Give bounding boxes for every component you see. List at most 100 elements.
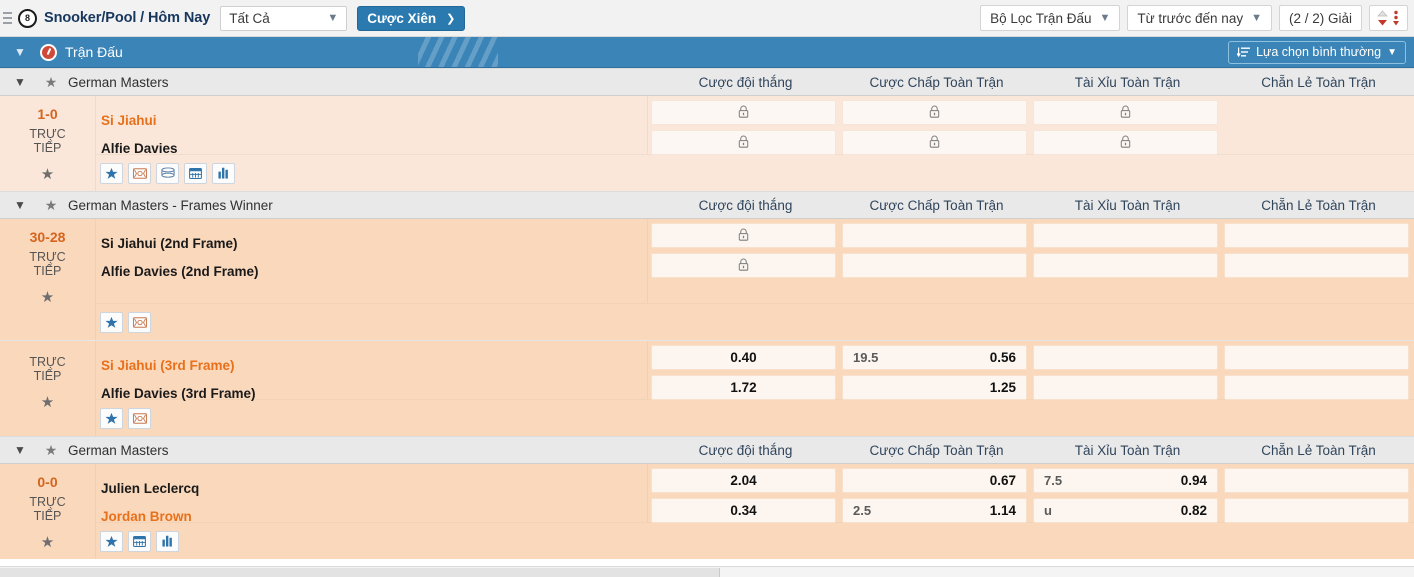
live-line-1: TRỰC: [29, 495, 66, 509]
teams-and-odds-row: Si Jiahui (3rd Frame) Alfie Davies (3rd F…: [96, 341, 1414, 401]
odds-cell[interactable]: [842, 130, 1027, 155]
lock-icon: [662, 258, 825, 274]
sort-toggle-icon[interactable]: [1369, 5, 1408, 31]
breadcrumb: Snooker/Pool / Hôm Nay: [44, 10, 211, 26]
odds-cell-empty: [1033, 345, 1218, 370]
market-column: 2.04 0.34: [648, 468, 839, 523]
chevron-down-icon: ▼: [1387, 46, 1397, 58]
handicap-value: u: [1044, 503, 1052, 518]
star-icon[interactable]: [100, 311, 123, 333]
handicap-value: 7.5: [1044, 473, 1063, 488]
stack-icon[interactable]: [156, 162, 179, 184]
market-column: 0.40 1.72: [648, 345, 839, 400]
collapse-all-chevron-icon[interactable]: ▼: [0, 45, 40, 59]
odds-cell[interactable]: 19.5 0.56: [842, 345, 1027, 370]
odds-cell-empty: [1033, 375, 1218, 400]
betting-board-app: 8 Snooker/Pool / Hôm Nay Tất Cả ▼ Cược X…: [0, 0, 1414, 577]
team-name[interactable]: Alfie Davies (2nd Frame): [101, 258, 647, 286]
odds-cell-empty: [1033, 253, 1218, 278]
stripe-decoration: [418, 37, 498, 67]
odds-cell[interactable]: 0.40: [651, 345, 836, 370]
league-count-badge[interactable]: (2 / 2) Giải: [1278, 5, 1362, 31]
odds-cell[interactable]: u 0.82: [1033, 498, 1218, 523]
odds-cell[interactable]: 0.34: [651, 498, 836, 523]
horizontal-scrollbar[interactable]: [0, 566, 1414, 577]
odds-cell[interactable]: 0.67: [842, 468, 1027, 493]
favorite-star-icon[interactable]: ★: [40, 74, 62, 91]
odds-cell[interactable]: 7.5 0.94: [1033, 468, 1218, 493]
star-icon[interactable]: [100, 407, 123, 429]
favorite-star-icon[interactable]: ★: [41, 288, 54, 306]
odds-cell[interactable]: 2.5 1.14: [842, 498, 1027, 523]
team-name[interactable]: Alfie Davies (3rd Frame): [101, 380, 647, 408]
odds-value: 0.56: [989, 350, 1016, 365]
chevron-down-icon[interactable]: ▼: [0, 443, 40, 457]
column-header: Cược Chấp Toàn Trận: [869, 442, 1004, 458]
odds-cell[interactable]: 1.25: [842, 375, 1027, 400]
match-filter-label: Bộ Lọc Trận Đấu: [990, 10, 1092, 26]
odds-value: 0.94: [1180, 473, 1207, 488]
parlay-button[interactable]: Cược Xiên ❯: [357, 5, 466, 31]
live-line-2: TIẾP: [33, 264, 62, 278]
favorite-star-icon[interactable]: ★: [40, 442, 62, 459]
column-header: Chẵn Lẻ Toàn Trận: [1261, 442, 1376, 458]
league-name: German Masters - Frames Winner: [68, 197, 273, 213]
chevron-down-icon[interactable]: ▼: [0, 198, 40, 212]
tv-icon[interactable]: [128, 311, 151, 333]
time-filter-dropdown[interactable]: Từ trước đến nay ▼: [1127, 5, 1272, 31]
market-column: [1221, 100, 1412, 154]
stats-icon[interactable]: [156, 530, 179, 552]
team-name[interactable]: Jordan Brown: [101, 503, 647, 531]
league-name: German Masters: [68, 74, 169, 90]
all-filter-value: Tất Cả: [229, 10, 270, 26]
team-name[interactable]: Si Jiahui: [101, 107, 647, 135]
odds-cell[interactable]: [1033, 100, 1218, 125]
tv-icon[interactable]: [128, 407, 151, 429]
odds-cell-empty: [1224, 498, 1409, 523]
odds-cell[interactable]: [651, 223, 836, 248]
odds-cell[interactable]: 2.04: [651, 468, 836, 493]
team-name[interactable]: Si Jiahui (3rd Frame): [101, 352, 647, 380]
team-name[interactable]: Si Jiahui (2nd Frame): [101, 230, 647, 258]
odds-cell[interactable]: [651, 100, 836, 125]
column-header: Chẵn Lẻ Toàn Trận: [1261, 74, 1376, 90]
scrollbar-thumb[interactable]: [0, 568, 720, 577]
team-names: Si Jiahui (3rd Frame) Alfie Davies (3rd F…: [96, 341, 648, 401]
calendar-icon[interactable]: [184, 162, 207, 184]
odds-value: 0.82: [1180, 503, 1207, 518]
live-status-label: TRỰC TIẾP: [29, 495, 65, 523]
match-filter-dropdown[interactable]: Bộ Lọc Trận Đấu ▼: [980, 5, 1121, 31]
favorite-star-icon[interactable]: ★: [41, 533, 54, 551]
menu-icon[interactable]: [0, 0, 14, 37]
star-icon[interactable]: [100, 530, 123, 552]
star-icon[interactable]: [100, 162, 123, 184]
favorite-star-icon[interactable]: ★: [40, 197, 62, 214]
favorite-star-icon[interactable]: ★: [41, 165, 54, 183]
all-filter-select[interactable]: Tất Cả ▼: [220, 5, 348, 31]
live-line-1: TRỰC: [29, 355, 66, 369]
market-column: [1221, 345, 1412, 400]
odds-cell[interactable]: [651, 130, 836, 155]
odds-cell[interactable]: 1.72: [651, 375, 836, 400]
odds-cell[interactable]: [1033, 130, 1218, 155]
tv-icon[interactable]: [128, 162, 151, 184]
chevron-down-icon: ▼: [1099, 12, 1111, 24]
parlay-button-label: Cược Xiên: [367, 10, 437, 26]
live-line-1: TRỰC: [29, 250, 66, 264]
league-header-row: ▼ ★ German Masters Cược đội thắng Cược Chấp …: [0, 436, 1414, 464]
league-name: German Masters: [68, 442, 169, 458]
display-option-dropdown[interactable]: Lựa chọn bình thường ▼: [1228, 40, 1406, 64]
favorite-star-icon[interactable]: ★: [41, 393, 54, 411]
calendar-icon[interactable]: [128, 530, 151, 552]
odds-cell[interactable]: [651, 253, 836, 278]
match-score-column: 0-0 TRỰC TIẾP ★: [0, 464, 96, 559]
team-name[interactable]: Alfie Davies: [101, 135, 647, 163]
chevron-down-icon[interactable]: ▼: [0, 75, 40, 89]
match-score-column: TRỰC TIẾP ★: [0, 341, 96, 436]
column-header: Tài Xỉu Toàn Trận: [1074, 442, 1181, 458]
odds-cell-empty: [1224, 468, 1409, 493]
stats-icon[interactable]: [212, 162, 235, 184]
odds-cell-empty: [1033, 223, 1218, 248]
odds-cell[interactable]: [842, 100, 1027, 125]
team-name[interactable]: Julien Leclercq: [101, 475, 647, 503]
